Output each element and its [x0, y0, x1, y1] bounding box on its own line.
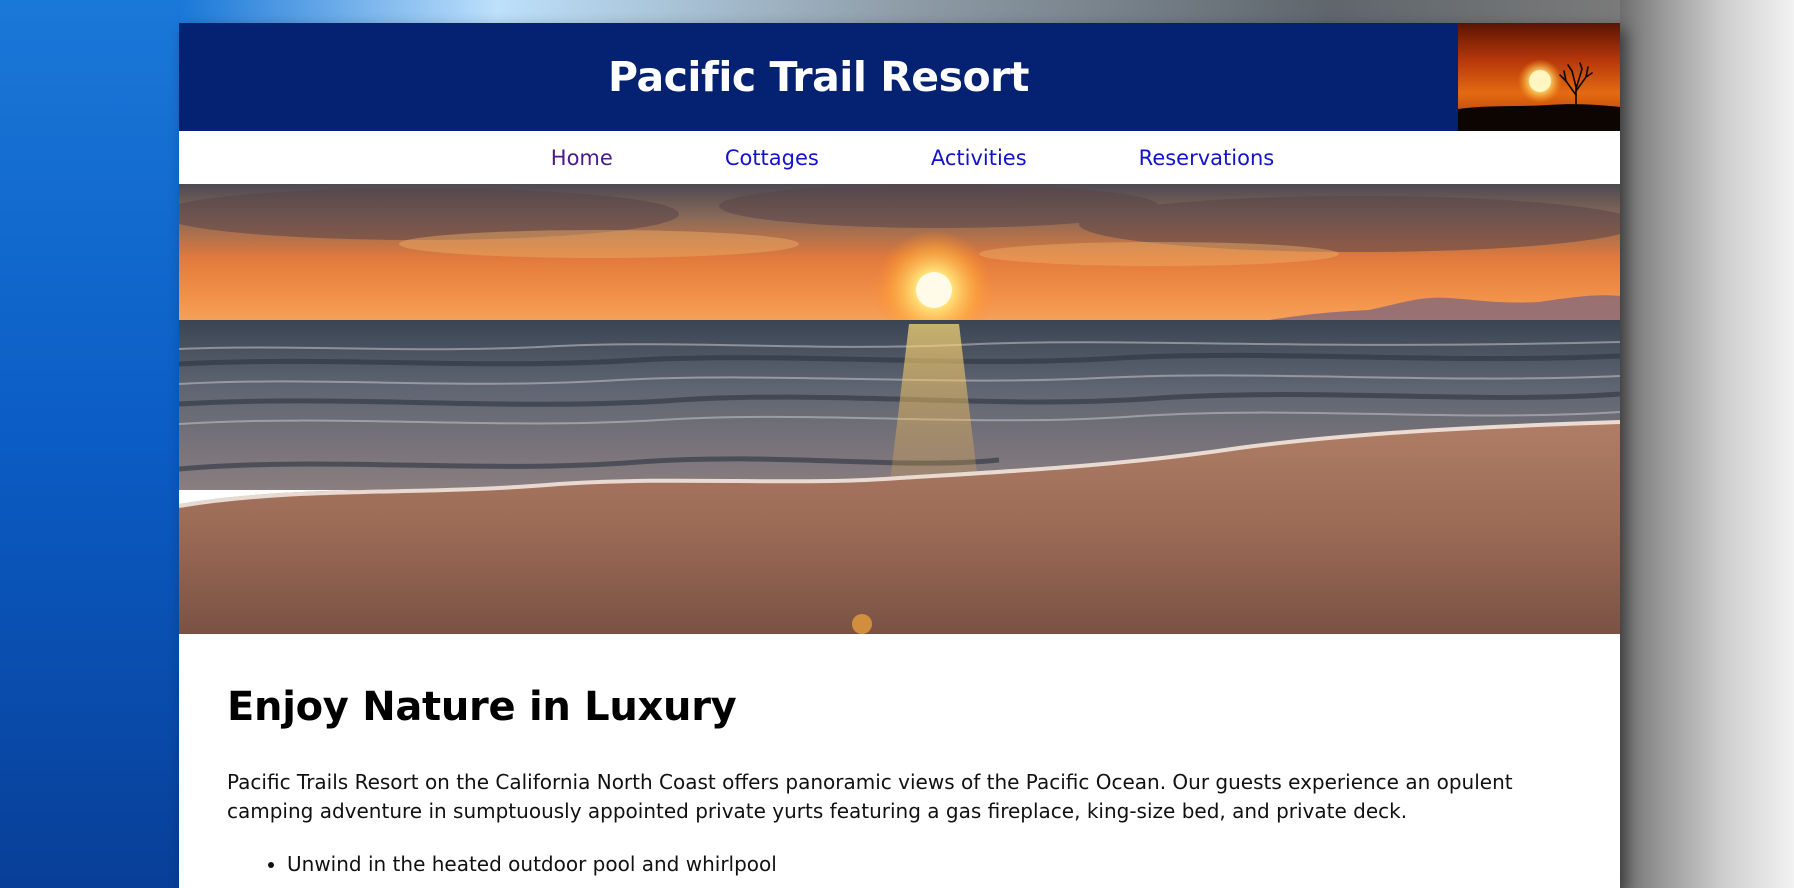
nav-link-activities[interactable]: Activities [931, 146, 1027, 170]
main-content: Enjoy Nature in Luxury Pacific Trails Re… [179, 634, 1620, 879]
list-item: Unwind in the heated outdoor pool and wh… [287, 850, 1572, 879]
feature-list: Unwind in the heated outdoor pool and wh… [227, 850, 1572, 879]
section-heading: Enjoy Nature in Luxury [227, 684, 737, 730]
nav-link-home[interactable]: Home [551, 146, 613, 170]
main-nav: Home Cottages Activities Reservations [179, 131, 1620, 184]
sunset-tree-thumbnail-icon [1458, 23, 1620, 131]
page-wrapper: Pacific Trail Resort Home Cottages Activ… [179, 23, 1620, 888]
backdrop-right [1620, 0, 1794, 888]
site-title: Pacific Trail Resort [608, 53, 1029, 101]
backdrop-top [180, 0, 1620, 23]
nav-link-reservations[interactable]: Reservations [1139, 146, 1275, 170]
site-header: Pacific Trail Resort [179, 23, 1620, 131]
beach-sunset-hero-image [179, 184, 1620, 634]
backdrop-left [0, 0, 180, 888]
nav-link-cottages[interactable]: Cottages [725, 146, 819, 170]
intro-paragraph: Pacific Trails Resort on the California … [227, 770, 1513, 823]
